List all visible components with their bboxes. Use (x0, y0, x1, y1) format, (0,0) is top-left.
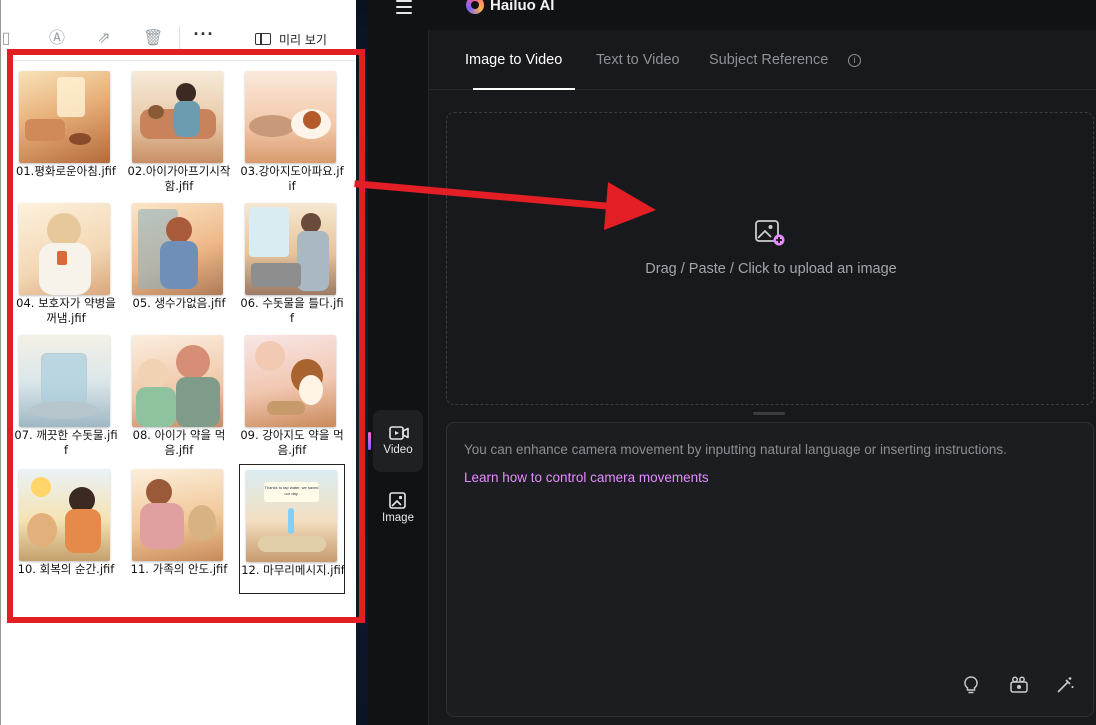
image-icon (389, 492, 406, 509)
file-thumbnail (132, 335, 223, 427)
file-explorer: ▯ Ⓐ ⇗ 🗑 ··· 미리 보기 01.평화로운아침.jfif 02.아이가아… (0, 0, 365, 725)
file-item[interactable]: 02.아이가아프기시작함.jfif (126, 66, 232, 196)
active-tab-underline (473, 88, 575, 90)
file-thumbnail (132, 71, 223, 163)
file-thumbnail (19, 469, 110, 561)
file-grid: 01.평화로운아침.jfif 02.아이가아프기시작함.jfif 03.강아지도… (13, 66, 353, 606)
file-name: 11. 가족의 안도.jfif (130, 562, 228, 576)
main-panel: Image to Video Text to Video Subject Ref… (428, 30, 1096, 725)
mode-tabs: Image to Video Text to Video Subject Ref… (429, 30, 1096, 90)
camera-movement-help-link[interactable]: Learn how to control camera movements (464, 470, 709, 485)
file-name: 02.아이가아프기시작함.jfif (127, 164, 231, 193)
file-item[interactable]: 10. 회복의 순간.jfif (13, 464, 119, 594)
file-item[interactable]: 09. 강아지도 약을 먹음.jfif (239, 330, 345, 460)
file-thumbnail (19, 203, 110, 295)
toolbar-divider (13, 60, 357, 61)
prompt-placeholder[interactable]: You can enhance camera movement by input… (464, 442, 1007, 457)
image-upload-dropzone[interactable]: Drag / Paste / Click to upload an image (446, 112, 1094, 405)
video-icon (389, 426, 409, 440)
file-name: 10. 회복의 순간.jfif (17, 562, 115, 576)
side-nav-video[interactable]: Video (373, 410, 423, 472)
app-logo[interactable]: Hailuo AI (466, 0, 554, 14)
preview-pane-icon (255, 33, 271, 45)
file-item[interactable]: 01.평화로운아침.jfif (13, 66, 119, 196)
file-item[interactable]: 05. 생수가없음.jfif (126, 198, 232, 328)
file-name: 03.강아지도아파요.jfif (240, 164, 344, 193)
side-nav-active-indicator (368, 432, 371, 450)
file-thumbnail: Thanks to tap water, we saved our day. (246, 470, 337, 562)
file-thumbnail (19, 71, 110, 163)
file-item[interactable]: 07. 깨끗한 수돗물.jfif (13, 330, 119, 460)
side-nav-label: Image (382, 512, 414, 524)
prompt-box[interactable]: You can enhance camera movement by input… (446, 422, 1094, 717)
file-thumbnail (132, 203, 223, 295)
more-options-button[interactable]: ··· (191, 25, 217, 50)
hailuo-logo-icon (466, 0, 484, 14)
magic-wand-icon[interactable] (1055, 675, 1075, 695)
file-item-selected[interactable]: Thanks to tap water, we saved our day. 1… (239, 464, 345, 594)
file-name: 08. 아이가 약을 먹음.jfif (132, 428, 226, 457)
info-icon[interactable]: i (848, 54, 861, 67)
file-name: 12. 마무리메시지.jfif (241, 563, 345, 577)
annotation-arrow (354, 180, 656, 230)
file-name: 01.평화로운아침.jfif (16, 164, 116, 178)
hailuo-app: Hailuo AI Video Image Image to Video Tex… (368, 0, 1096, 725)
app-logo-text: Hailuo AI (490, 0, 555, 14)
preview-pane-button[interactable]: 미리 보기 (255, 28, 327, 50)
menu-icon[interactable] (396, 0, 412, 14)
thumbnail-banner-text: Thanks to tap water, we saved our day. (264, 482, 319, 502)
side-nav-image[interactable]: Image (373, 484, 423, 534)
file-name: 07. 깨끗한 수돗물.jfif (14, 428, 118, 457)
file-thumbnail (132, 469, 223, 561)
upload-instruction: Drag / Paste / Click to upload an image (645, 261, 897, 277)
camera-icon[interactable] (1009, 675, 1029, 695)
tab-image-to-video[interactable]: Image to Video (465, 52, 562, 68)
preview-label: 미리 보기 (279, 32, 327, 47)
delete-icon[interactable]: 🗑 (143, 30, 163, 48)
image-add-icon (755, 220, 785, 246)
file-name: 05. 생수가없음.jfif (132, 296, 226, 310)
file-thumbnail (19, 335, 110, 427)
resize-handle[interactable] (753, 412, 785, 415)
file-name: 04. 보호자가 약병을 꺼냄.jfif (16, 296, 116, 325)
tab-subject-reference[interactable]: Subject Reference (709, 52, 828, 68)
file-item[interactable]: 08. 아이가 약을 먹음.jfif (126, 330, 232, 460)
copy-icon[interactable]: ▯ (0, 30, 15, 48)
share-icon[interactable]: ⇗ (95, 30, 113, 48)
file-thumbnail (245, 335, 336, 427)
file-name: 06. 수돗물을 틀다.jfif (240, 296, 344, 325)
rename-icon[interactable]: Ⓐ (48, 30, 66, 48)
file-thumbnail (245, 203, 336, 295)
explorer-toolbar: ▯ Ⓐ ⇗ 🗑 ··· 미리 보기 (1, 22, 357, 56)
bulb-icon[interactable] (961, 675, 981, 695)
window-divider (356, 0, 368, 725)
file-item[interactable]: 04. 보호자가 약병을 꺼냄.jfif (13, 198, 119, 328)
toolbar-separator (179, 26, 180, 52)
file-item[interactable]: 11. 가족의 안도.jfif (126, 464, 232, 594)
file-item[interactable]: 06. 수돗물을 틀다.jfif (239, 198, 345, 328)
tab-text-to-video[interactable]: Text to Video (596, 52, 680, 68)
file-thumbnail (245, 71, 336, 163)
file-item[interactable]: 03.강아지도아파요.jfif (239, 66, 345, 196)
file-name: 09. 강아지도 약을 먹음.jfif (240, 428, 344, 457)
side-nav-label: Video (383, 444, 413, 456)
